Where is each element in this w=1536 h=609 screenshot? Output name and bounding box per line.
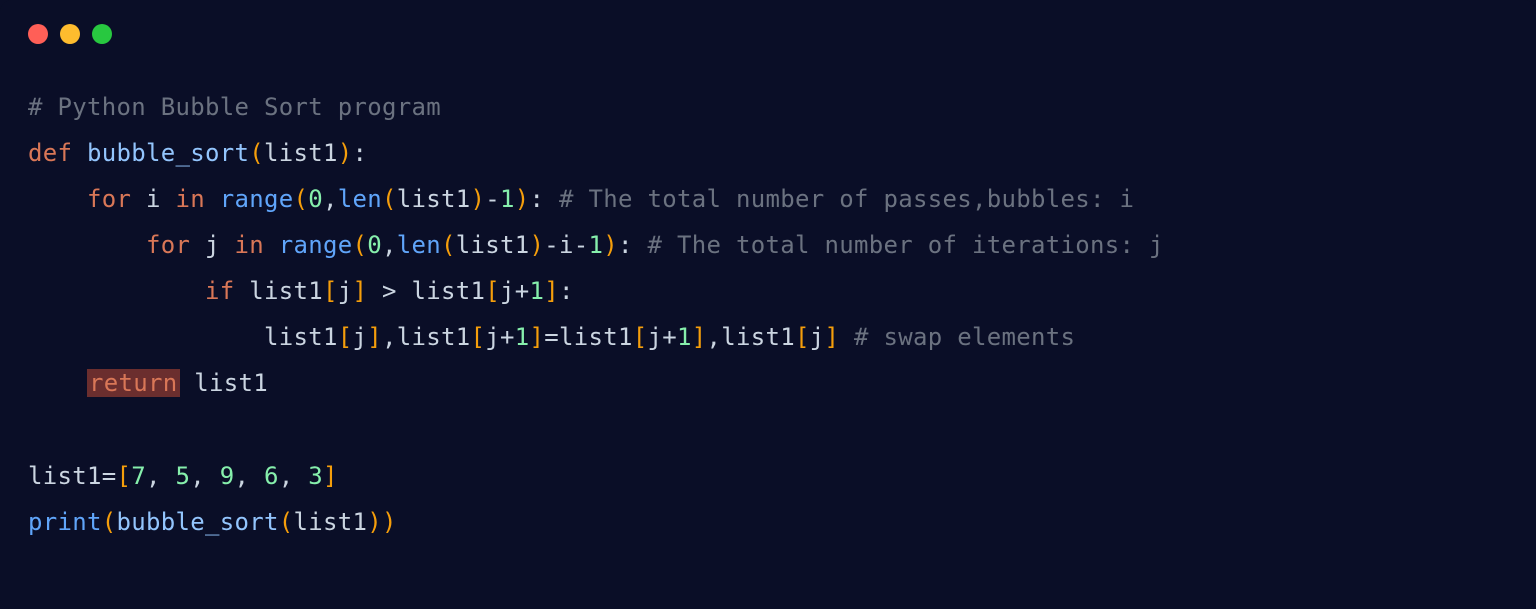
comment-text: # The total number of passes,bubbles: i <box>559 185 1134 213</box>
keyword-if: if <box>205 277 235 305</box>
code-line: def bubble_sort(list1): <box>28 130 1508 176</box>
keyword-def: def <box>28 139 72 167</box>
comment-text: # Python Bubble Sort program <box>28 93 441 121</box>
builtin-print: print <box>28 508 102 536</box>
code-line: print(bubble_sort(list1)) <box>28 499 1508 545</box>
keyword-return: return <box>87 369 180 397</box>
code-line: if list1[j] > list1[j+1]: <box>28 268 1508 314</box>
keyword-in: in <box>176 185 206 213</box>
code-line: list1[j],list1[j+1]=list1[j+1],list1[j] … <box>28 314 1508 360</box>
code-line <box>28 407 1508 453</box>
keyword-for: for <box>146 231 190 259</box>
function-name: bubble_sort <box>87 139 249 167</box>
code-line: # Python Bubble Sort program <box>28 84 1508 130</box>
code-editor[interactable]: # Python Bubble Sort program def bubble_s… <box>0 54 1536 555</box>
code-line: list1=[7, 5, 9, 6, 3] <box>28 453 1508 499</box>
keyword-in: in <box>235 231 265 259</box>
code-editor-window: # Python Bubble Sort program def bubble_s… <box>0 0 1536 609</box>
zoom-icon[interactable] <box>92 24 112 44</box>
comment-text: # The total number of iterations: j <box>648 231 1164 259</box>
titlebar <box>0 0 1536 54</box>
close-icon[interactable] <box>28 24 48 44</box>
keyword-for: for <box>87 185 131 213</box>
minimize-icon[interactable] <box>60 24 80 44</box>
builtin-range: range <box>220 185 294 213</box>
comment-text: # swap elements <box>854 323 1075 351</box>
builtin-len: len <box>397 231 441 259</box>
code-line: for j in range(0,len(list1)-i-1): # The … <box>28 222 1508 268</box>
builtin-range: range <box>279 231 353 259</box>
parameter: list1 <box>264 139 338 167</box>
code-line: return list1 <box>28 360 1508 406</box>
builtin-len: len <box>338 185 382 213</box>
code-line: for i in range(0,len(list1)-1): # The to… <box>28 176 1508 222</box>
